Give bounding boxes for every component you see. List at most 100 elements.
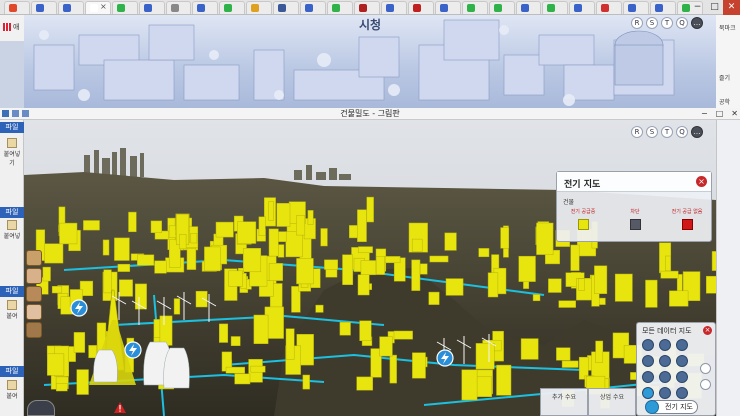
maximize-button[interactable]: □: [716, 108, 724, 120]
data-map-icon[interactable]: [676, 355, 688, 367]
residential-demand-panel[interactable]: 추가 수요: [540, 388, 588, 416]
data-map-icon[interactable]: [676, 339, 688, 351]
bookmark-folder-label[interactable]: 북마크: [719, 23, 736, 32]
building[interactable]: [375, 256, 385, 275]
building[interactable]: [103, 269, 112, 294]
data-map-icon[interactable]: [659, 387, 671, 399]
ribbon-file-tab[interactable]: 파일: [0, 366, 24, 377]
building[interactable]: [429, 255, 449, 263]
browser-tab[interactable]: [327, 1, 353, 14]
building[interactable]: [357, 209, 367, 242]
building[interactable]: [444, 232, 457, 251]
building[interactable]: [461, 369, 478, 401]
paste-button[interactable]: 붙여넣: [2, 220, 22, 240]
building[interactable]: [411, 238, 423, 252]
rotate-icon[interactable]: R: [631, 126, 643, 138]
data-map-icon[interactable]: [659, 355, 671, 367]
building[interactable]: [536, 222, 554, 255]
browser-tab[interactable]: [354, 1, 380, 14]
building[interactable]: [168, 225, 177, 238]
building[interactable]: [59, 222, 78, 245]
building[interactable]: [296, 215, 306, 236]
share-icon[interactable]: S: [646, 126, 658, 138]
building[interactable]: [478, 248, 490, 258]
building[interactable]: [128, 211, 137, 233]
building[interactable]: [76, 369, 89, 395]
browser-tab[interactable]: [488, 1, 515, 14]
building[interactable]: [219, 323, 229, 343]
browser-tab[interactable]: [111, 1, 138, 14]
data-map-icon[interactable]: [642, 371, 654, 383]
building[interactable]: [243, 248, 262, 273]
building[interactable]: [614, 273, 633, 302]
browser-tab[interactable]: [165, 1, 192, 14]
building[interactable]: [520, 338, 539, 360]
building[interactable]: [56, 383, 68, 392]
browser-tab[interactable]: [192, 1, 219, 14]
building[interactable]: [487, 272, 499, 298]
building[interactable]: [154, 260, 167, 274]
advisor-avatar[interactable]: [26, 286, 42, 302]
data-map-icon[interactable]: [676, 371, 688, 383]
browser-tab[interactable]: [246, 1, 273, 14]
building[interactable]: [359, 320, 372, 341]
paste-button[interactable]: 붙여: [2, 300, 22, 320]
building[interactable]: [285, 328, 295, 360]
building[interactable]: [389, 354, 397, 384]
quest-icon[interactable]: Q: [676, 17, 688, 29]
building[interactable]: [366, 196, 374, 223]
trophy-icon[interactable]: T: [661, 126, 673, 138]
city-3d-scene[interactable]: R S T Q …: [24, 120, 716, 416]
building[interactable]: [173, 298, 181, 315]
building[interactable]: [558, 300, 576, 308]
building[interactable]: [225, 366, 245, 374]
browser-tab[interactable]: [569, 1, 596, 14]
building[interactable]: [339, 321, 351, 336]
building[interactable]: [137, 254, 155, 266]
trophy-icon[interactable]: T: [661, 17, 673, 29]
browser-tab[interactable]: [515, 1, 542, 14]
building[interactable]: [548, 278, 562, 293]
building[interactable]: [358, 246, 373, 254]
paste-button[interactable]: 붙여: [2, 380, 22, 400]
building[interactable]: [83, 220, 100, 231]
building[interactable]: [215, 221, 234, 238]
building[interactable]: [44, 243, 64, 264]
building[interactable]: [706, 275, 716, 294]
browser-tab[interactable]: [4, 1, 30, 14]
share-icon[interactable]: S: [646, 17, 658, 29]
building[interactable]: [669, 290, 689, 307]
building[interactable]: [258, 216, 266, 236]
close-button[interactable]: ✕: [731, 108, 738, 120]
building[interactable]: [285, 231, 303, 258]
browser-tab[interactable]: ×: [84, 1, 111, 14]
building[interactable]: [645, 279, 658, 308]
building[interactable]: [500, 227, 510, 249]
building[interactable]: [268, 228, 279, 257]
ribbon-file-tab[interactable]: 파일: [0, 207, 24, 218]
city-hall-view[interactable]: 시청 R S T Q …: [24, 15, 716, 108]
building[interactable]: [277, 244, 285, 258]
building[interactable]: [250, 365, 266, 373]
more-icon[interactable]: …: [691, 126, 703, 138]
building[interactable]: [117, 263, 131, 272]
data-map-icon[interactable]: [642, 387, 654, 399]
building[interactable]: [47, 353, 65, 376]
building[interactable]: [73, 332, 86, 353]
building[interactable]: [445, 278, 464, 296]
browser-tab[interactable]: [138, 1, 165, 14]
electricity-map-button[interactable]: 전기 지도: [645, 400, 698, 414]
building[interactable]: [186, 248, 197, 270]
browser-tab[interactable]: [380, 1, 407, 14]
building[interactable]: [419, 263, 428, 275]
save-icon[interactable]: [2, 110, 9, 117]
bookmark-label[interactable]: 애: [13, 22, 19, 32]
building[interactable]: [195, 290, 208, 308]
building[interactable]: [561, 360, 579, 368]
building[interactable]: [660, 270, 679, 279]
building[interactable]: [594, 265, 608, 294]
building[interactable]: [268, 263, 283, 281]
more-icon[interactable]: …: [691, 17, 703, 29]
paste-button[interactable]: 붙여넣기: [2, 138, 22, 167]
browser-tab[interactable]: [57, 1, 84, 14]
